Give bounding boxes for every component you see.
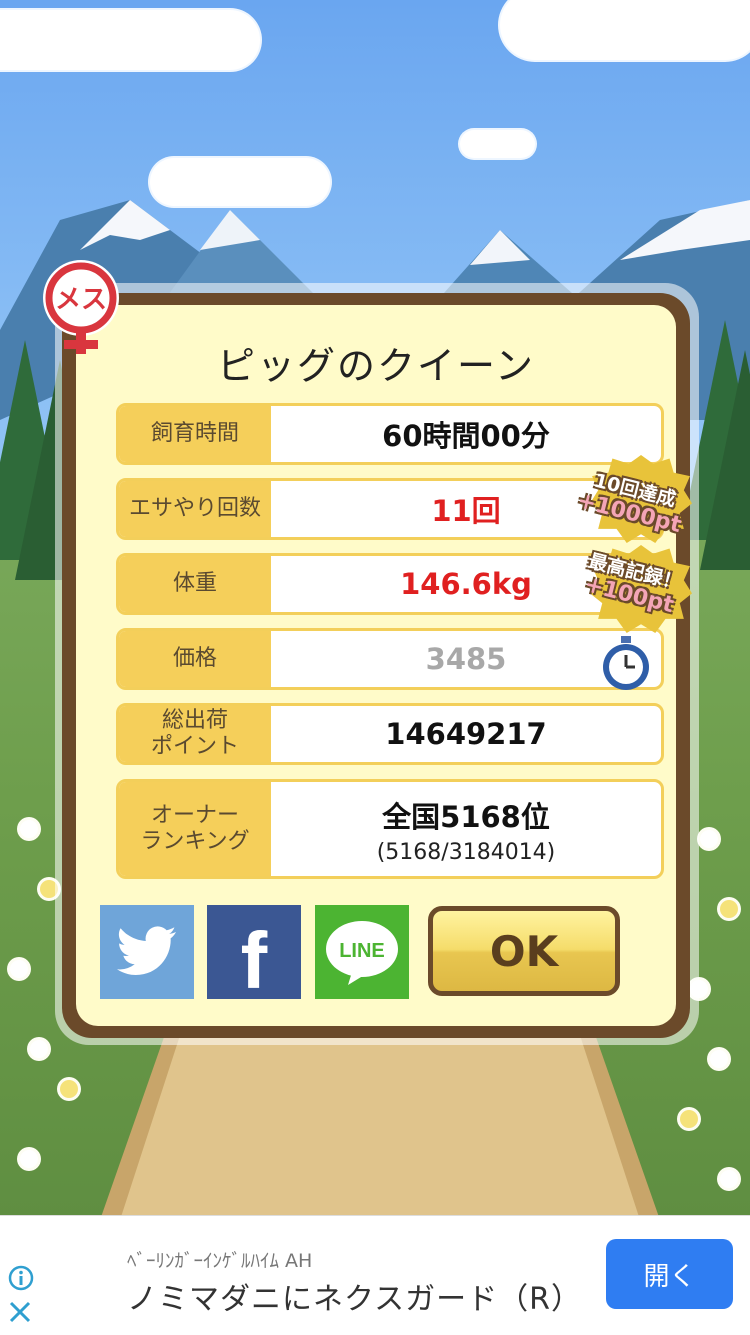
line-icon: LINE xyxy=(326,921,398,985)
dialog-title: ピッグのクイーン xyxy=(216,344,536,388)
ad-open-button[interactable]: 開く xyxy=(606,1239,733,1309)
ad-sponsor: ﾍﾞｰﾘﾝｶﾞｰｲﾝｹﾞﾙﾊｲﾑ AH xyxy=(127,1250,313,1272)
row-value: 60時間00分 xyxy=(382,419,550,453)
row-label: オーナー ランキング xyxy=(119,782,271,876)
line-share-button[interactable]: LINE xyxy=(315,905,409,999)
row-label: 体重 xyxy=(119,556,271,612)
facebook-icon: f xyxy=(240,916,268,1005)
row-value: 14649217 xyxy=(385,717,547,751)
ranking-detail: (5168/3184014) xyxy=(376,839,556,865)
ad-close-icon[interactable] xyxy=(8,1300,32,1324)
ad-info-icon[interactable] xyxy=(8,1265,34,1291)
ranking-main: 全国5168位 xyxy=(382,799,550,834)
row-owner-ranking: オーナー ランキング 全国5168位 (5168/3184014) xyxy=(116,779,664,879)
row-label: 価格 xyxy=(119,631,271,687)
row-breeding-time: 飼育時間 60時間00分 xyxy=(116,403,664,465)
svg-text:LINE: LINE xyxy=(339,940,385,962)
female-badge-icon: メス xyxy=(43,260,119,354)
stopwatch-icon[interactable] xyxy=(600,636,652,692)
ad-title[interactable]: ノミマダニにネクスガード（R） xyxy=(127,1274,582,1318)
row-price: 価格 3485 xyxy=(116,628,664,690)
gender-label: メス xyxy=(55,285,107,315)
facebook-share-button[interactable]: f xyxy=(207,905,301,1005)
row-label: 総出荷 ポイント xyxy=(119,706,271,762)
ok-button[interactable]: OK xyxy=(428,906,620,996)
row-label: エサやり回数 xyxy=(119,481,271,537)
twitter-share-button[interactable] xyxy=(100,905,194,999)
row-value: 全国5168位 (5168/3184014) xyxy=(271,782,661,876)
row-total-shipping-points: 総出荷 ポイント 14649217 xyxy=(116,703,664,765)
twitter-icon xyxy=(117,926,176,975)
row-label: 飼育時間 xyxy=(119,406,271,462)
